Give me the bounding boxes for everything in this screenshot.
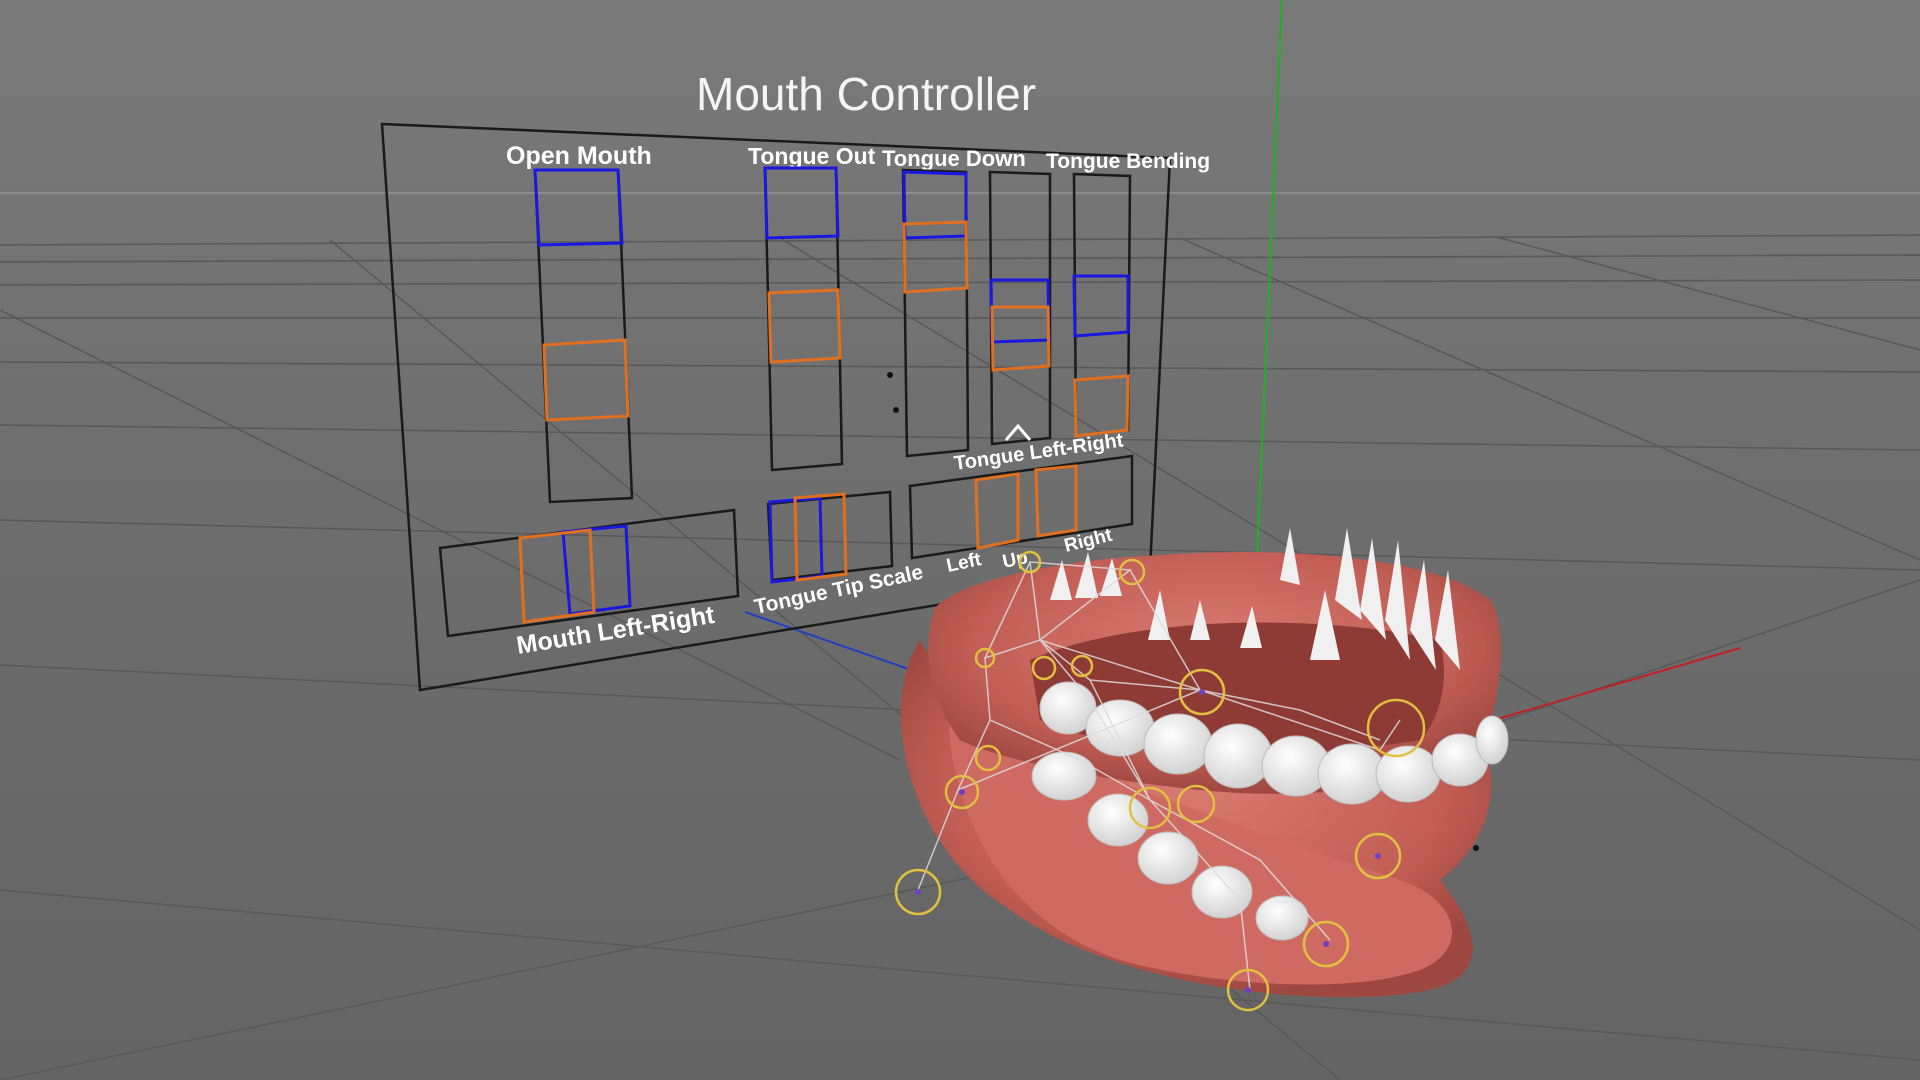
- tongue-left-right-handle-right[interactable]: [1034, 464, 1078, 538]
- mouth-left-right-blue-bounds: [561, 524, 632, 616]
- center-blue-bounds: [989, 278, 1051, 344]
- 3d-viewport[interactable]: Mouth Controller Open Mouth Tongue Out T…: [0, 0, 1920, 1080]
- tongue-out-label: Tongue Out: [748, 143, 876, 169]
- panel-pivot-dot: [893, 407, 899, 413]
- tongue-left-right-handle-left[interactable]: [974, 472, 1020, 550]
- x-axis-line: [1459, 647, 1741, 731]
- center-handle[interactable]: [990, 305, 1051, 372]
- tongue-bending-slider[interactable]: [1072, 172, 1132, 438]
- scene-point: [1473, 845, 1479, 851]
- right-label: Right: [1062, 525, 1115, 557]
- tongue-down-label: Tongue Down: [882, 146, 1026, 171]
- tongue-out-handle[interactable]: [767, 288, 842, 364]
- tongue-out-slider[interactable]: [763, 166, 844, 472]
- mouth-rig-model[interactable]: [894, 528, 1509, 1012]
- mouth-left-right-label: Mouth Left-Right: [515, 601, 718, 660]
- tongue-down-blue-bounds: [902, 170, 968, 240]
- panel-pivot-dot: [887, 372, 893, 378]
- y-axis-line: [1255, 0, 1283, 581]
- tongue-bending-label: Tongue Bending: [1046, 150, 1210, 173]
- tongue-tip-scale-slider[interactable]: [766, 490, 894, 582]
- open-mouth-slider[interactable]: [533, 168, 634, 504]
- tongue-bending-blue-bounds: [1072, 274, 1130, 338]
- open-mouth-handle[interactable]: [542, 338, 630, 422]
- tongue-bending-handle[interactable]: [1073, 374, 1130, 438]
- tongue-down-slider[interactable]: [901, 168, 970, 458]
- tongue-out-blue-bounds: [763, 166, 840, 240]
- up-label: Up: [1001, 547, 1030, 573]
- open-mouth-label: Open Mouth: [506, 142, 652, 170]
- tongue-down-handle[interactable]: [902, 220, 969, 294]
- panel-title: Mouth Controller: [696, 68, 1036, 120]
- viewport-scene[interactable]: Mouth Controller Open Mouth Tongue Out T…: [0, 0, 1920, 1080]
- open-mouth-blue-bounds: [533, 168, 624, 247]
